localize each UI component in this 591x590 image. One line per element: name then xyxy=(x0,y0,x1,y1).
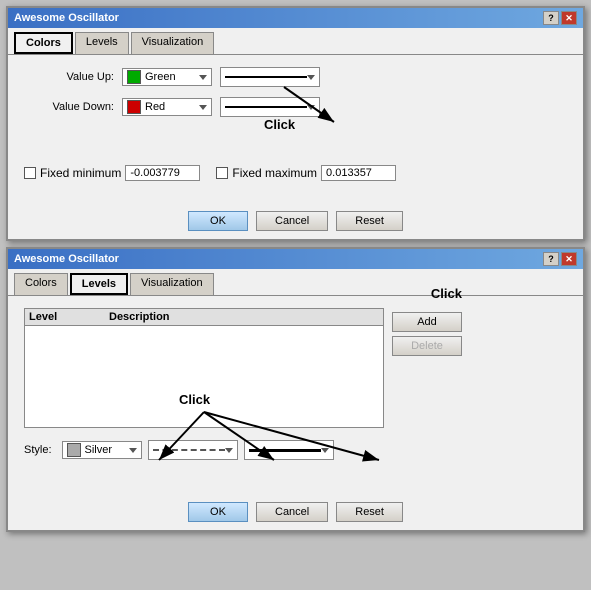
tab-content-levels: Level Description Click Add Delete Style… xyxy=(8,295,583,494)
fixed-row: Fixed minimum -0.003779 Fixed maximum 0.… xyxy=(24,165,567,181)
tab-bar-2: Colors Levels Visualization xyxy=(8,269,583,295)
fixed-min-checkbox[interactable] xyxy=(24,167,36,179)
tab-visualization-2[interactable]: Visualization xyxy=(130,273,214,295)
reset-button-1[interactable]: Reset xyxy=(336,211,403,231)
title-bar-1: Awesome Oscillator ? ✕ xyxy=(8,8,583,28)
help-button-2[interactable]: ? xyxy=(543,252,559,266)
cancel-button-2[interactable]: Cancel xyxy=(256,502,328,522)
tab-colors-2[interactable]: Colors xyxy=(14,273,68,295)
tab-levels-1[interactable]: Levels xyxy=(75,32,129,54)
close-button-1[interactable]: ✕ xyxy=(561,11,577,25)
add-button[interactable]: Add xyxy=(392,312,462,332)
level-col-header: Level xyxy=(29,311,109,323)
ok-button-2[interactable]: OK xyxy=(188,502,248,522)
ok-button-1[interactable]: OK xyxy=(188,211,248,231)
tab-content-colors: Value Up: Green Value Down: Red xyxy=(8,54,583,203)
tab-colors-1[interactable]: Colors xyxy=(14,32,73,54)
title-bar-buttons-2: ? ✕ xyxy=(543,252,577,266)
click-annotation-area-1: Click xyxy=(24,127,567,157)
tab-levels-2[interactable]: Levels xyxy=(70,273,128,295)
title-bar-2: Awesome Oscillator ? ✕ xyxy=(8,249,583,269)
click-label-add: Click xyxy=(431,286,462,301)
fixed-min-label: Fixed minimum xyxy=(40,166,121,180)
button-row-1: OK Cancel Reset xyxy=(8,203,583,239)
help-button-1[interactable]: ? xyxy=(543,11,559,25)
fixed-max-label: Fixed maximum xyxy=(232,166,317,180)
arrow-svg-1 xyxy=(24,67,567,147)
fixed-min-input[interactable]: -0.003779 xyxy=(125,165,200,181)
fixed-max-group: Fixed maximum 0.013357 xyxy=(216,165,396,181)
description-col-header: Description xyxy=(109,311,170,323)
dialog-1-title: Awesome Oscillator xyxy=(14,12,119,24)
button-row-2: OK Cancel Reset xyxy=(8,494,583,530)
arrow-svg-2: Click xyxy=(24,352,567,482)
close-button-2[interactable]: ✕ xyxy=(561,252,577,266)
cancel-button-1[interactable]: Cancel xyxy=(256,211,328,231)
dialog-2-title: Awesome Oscillator xyxy=(14,253,119,265)
dialog-1: Awesome Oscillator ? ✕ Colors Levels Vis… xyxy=(6,6,585,241)
dialog-2: Awesome Oscillator ? ✕ Colors Levels Vis… xyxy=(6,247,585,532)
fixed-min-group: Fixed minimum -0.003779 xyxy=(24,165,200,181)
tab-bar-1: Colors Levels Visualization xyxy=(8,28,583,54)
click-annotations-area: Click xyxy=(24,462,567,482)
tab-visualization-1[interactable]: Visualization xyxy=(131,32,215,54)
fixed-max-input[interactable]: 0.013357 xyxy=(321,165,396,181)
levels-table-header: Level Description xyxy=(25,309,383,326)
fixed-max-checkbox[interactable] xyxy=(216,167,228,179)
reset-button-2[interactable]: Reset xyxy=(336,502,403,522)
title-bar-buttons-1: ? ✕ xyxy=(543,11,577,25)
svg-text:Click: Click xyxy=(179,392,211,407)
